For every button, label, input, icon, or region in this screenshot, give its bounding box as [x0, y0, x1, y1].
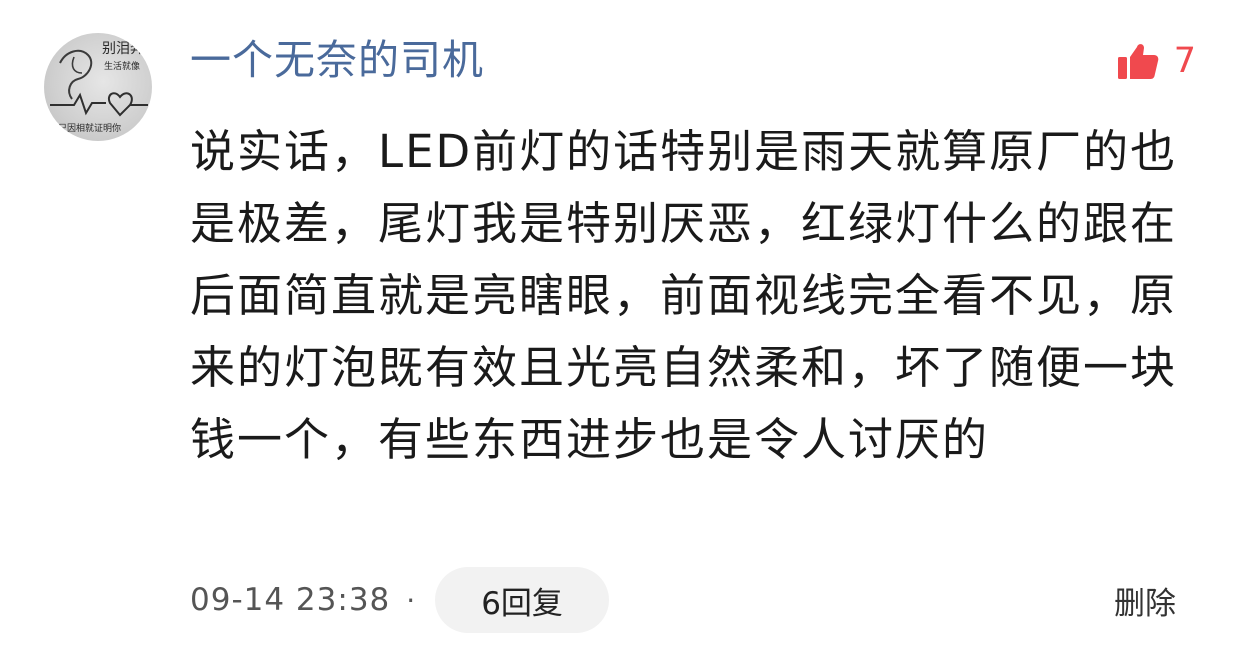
- reply-label: 6回复: [481, 585, 563, 622]
- avatar-sketch-icon: 别泪奔 生活就像 只因相就证明你: [50, 41, 148, 134]
- comment-body: 说实话，LED前灯的话特别是雨天就算原厂的也是极差，尾灯我是特别厌恶，红绿灯什么…: [190, 125, 1178, 466]
- thumbs-up-icon: [1117, 44, 1159, 79]
- reply-button[interactable]: 6回复: [435, 567, 609, 633]
- avatar-text-line2: 生活就像: [104, 60, 140, 72]
- timestamp: 09-14 23:38: [190, 582, 391, 618]
- like-button[interactable]: 7: [1116, 36, 1196, 86]
- comment-card: 别泪奔 生活就像 只因相就证明你 一个无奈的司机 7 说实话，LED前灯的话特别…: [0, 0, 1242, 657]
- username[interactable]: 一个无奈的司机: [190, 30, 484, 90]
- avatar-text-line1: 别泪奔: [102, 41, 144, 57]
- like-count: 7: [1173, 41, 1196, 81]
- separator-dot: ·: [406, 583, 416, 617]
- comment-footer: 09-14 23:38 · 6回复 删除: [190, 567, 1176, 633]
- avatar-text-line3: 只因相就证明你: [58, 122, 121, 134]
- avatar[interactable]: 别泪奔 生活就像 只因相就证明你: [44, 33, 152, 141]
- delete-button[interactable]: 删除: [1114, 578, 1176, 623]
